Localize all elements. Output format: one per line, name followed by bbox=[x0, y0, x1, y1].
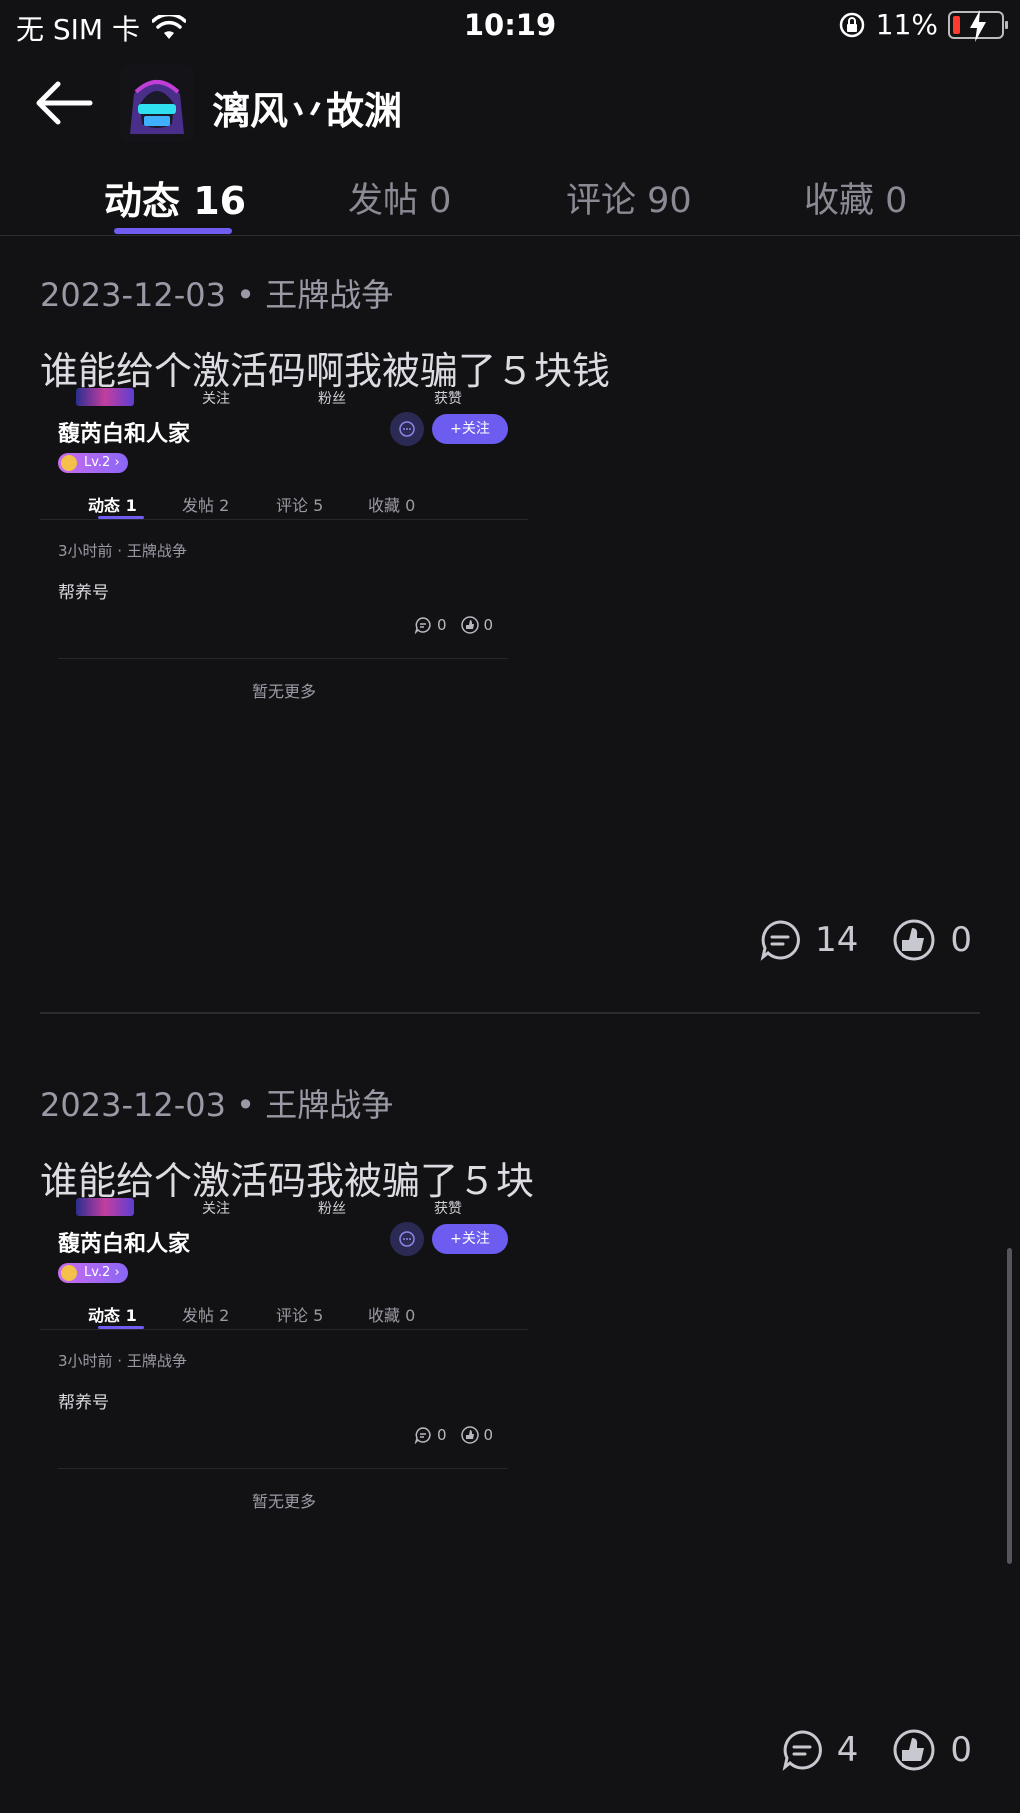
scrollbar[interactable] bbox=[1007, 1248, 1012, 1564]
comment-icon bbox=[782, 1730, 822, 1771]
embed-stat-follow: 关注 bbox=[202, 1201, 230, 1217]
tab-indicator bbox=[114, 228, 232, 234]
battery-icon bbox=[948, 9, 1008, 42]
post-divider bbox=[40, 1012, 980, 1014]
embed-no-more: 暂无更多 bbox=[251, 682, 316, 701]
battery-percent: 11% bbox=[875, 8, 938, 41]
embed-post-body: 帮养号 bbox=[58, 583, 109, 603]
embed-stat-follow: 关注 bbox=[202, 391, 230, 407]
embed-post-actions: 0 0 bbox=[414, 616, 493, 634]
post-meta: 2023-12-03 • 王牌战争 bbox=[40, 1086, 394, 1124]
avatar[interactable] bbox=[120, 64, 194, 142]
thumbs-up-icon bbox=[893, 919, 935, 961]
post-card[interactable]: 2023-12-03 • 王牌战争 谁能给个激活码啊我被骗了５块钱 关注 粉丝 … bbox=[0, 270, 1020, 1020]
status-right: 11% bbox=[838, 8, 1008, 42]
thumbs-up-icon bbox=[893, 1729, 935, 1771]
tab-posts[interactable]: 发帖 0 bbox=[348, 172, 451, 223]
embed-stats: 关注 粉丝 获赞 bbox=[40, 1198, 528, 1222]
like-count: 0 bbox=[950, 920, 972, 960]
embed-follow-button: +关注 bbox=[432, 1224, 508, 1254]
embed-banner bbox=[76, 1198, 134, 1216]
embed-stats: 关注 粉丝 获赞 bbox=[40, 388, 528, 412]
back-button[interactable] bbox=[34, 80, 94, 126]
like-count: 0 bbox=[950, 1730, 972, 1770]
embed-follow-button: +关注 bbox=[432, 414, 508, 444]
embed-tabs: 动态 1 发帖 2 评论 5 收藏 0 bbox=[40, 1298, 528, 1330]
comment-button[interactable]: 14 bbox=[759, 919, 858, 961]
post-title: 谁能给个激活码我被骗了５块 bbox=[40, 1159, 535, 1203]
profile-header: 漓风丷故渊 bbox=[0, 60, 1020, 146]
username: 漓风丷故渊 bbox=[212, 89, 403, 133]
embed-stat-likes: 获赞 bbox=[434, 391, 462, 407]
embed-level-badge: Lv.2 › bbox=[58, 1263, 128, 1283]
tab-comments[interactable]: 评论 90 bbox=[566, 172, 692, 223]
embed-stat-fans: 粉丝 bbox=[318, 391, 346, 407]
embed-chat-icon bbox=[390, 412, 424, 446]
embed-post-meta: 3小时前 · 王牌战争 bbox=[58, 1352, 187, 1370]
post-actions: 14 0 bbox=[759, 918, 972, 962]
comment-button[interactable]: 4 bbox=[781, 1729, 859, 1771]
post-image[interactable]: 关注 粉丝 获赞 馥芮白和人家 +关注 Lv.2 › 动态 1 发帖 2 评论 … bbox=[40, 1198, 528, 1538]
post-title: 谁能给个激活码啊我被骗了５块钱 bbox=[40, 349, 611, 393]
comment-count: 4 bbox=[836, 1730, 859, 1770]
comment-icon bbox=[414, 1427, 431, 1444]
embed-stat-likes: 获赞 bbox=[434, 1201, 462, 1217]
rotation-lock-icon bbox=[839, 12, 865, 37]
embed-tabs: 动态 1 发帖 2 评论 5 收藏 0 bbox=[40, 488, 528, 520]
embed-level-badge: Lv.2 › bbox=[58, 453, 128, 473]
status-bar: 无 SIM 卡 10:19 11% bbox=[0, 0, 1020, 52]
tab-favorites[interactable]: 收藏 0 bbox=[804, 172, 907, 223]
embed-chat-icon bbox=[390, 1222, 424, 1256]
profile-tabs: 动态 16 发帖 0 评论 90 收藏 0 bbox=[0, 160, 1020, 236]
post-image[interactable]: 关注 粉丝 获赞 馥芮白和人家 +关注 Lv.2 › 动态 1 发帖 2 评论 … bbox=[40, 388, 528, 728]
post-card[interactable]: 2023-12-03 • 王牌战争 谁能给个激活码我被骗了５块 关注 粉丝 获赞… bbox=[0, 1080, 1020, 1813]
embed-no-more: 暂无更多 bbox=[251, 1492, 316, 1511]
like-button[interactable]: 0 bbox=[892, 918, 972, 962]
post-actions: 4 0 bbox=[781, 1728, 972, 1772]
embed-stat-fans: 粉丝 bbox=[318, 1201, 346, 1217]
embed-post-body: 帮养号 bbox=[58, 1393, 109, 1413]
embed-post-actions: 0 0 bbox=[414, 1426, 493, 1444]
comment-count: 14 bbox=[815, 920, 859, 960]
tab-dynamics[interactable]: 动态 16 bbox=[104, 170, 246, 225]
comment-icon bbox=[760, 920, 800, 961]
like-button[interactable]: 0 bbox=[892, 1728, 972, 1772]
embed-banner bbox=[76, 388, 134, 406]
embed-post-meta: 3小时前 · 王牌战争 bbox=[58, 542, 187, 560]
post-meta: 2023-12-03 • 王牌战争 bbox=[40, 276, 394, 314]
embed-username: 馥芮白和人家 bbox=[58, 1232, 191, 1257]
comment-icon bbox=[414, 617, 431, 634]
embed-username: 馥芮白和人家 bbox=[58, 422, 191, 447]
thumbs-up-icon bbox=[460, 616, 479, 634]
back-arrow-icon bbox=[36, 81, 93, 125]
thumbs-up-icon bbox=[460, 1426, 479, 1444]
